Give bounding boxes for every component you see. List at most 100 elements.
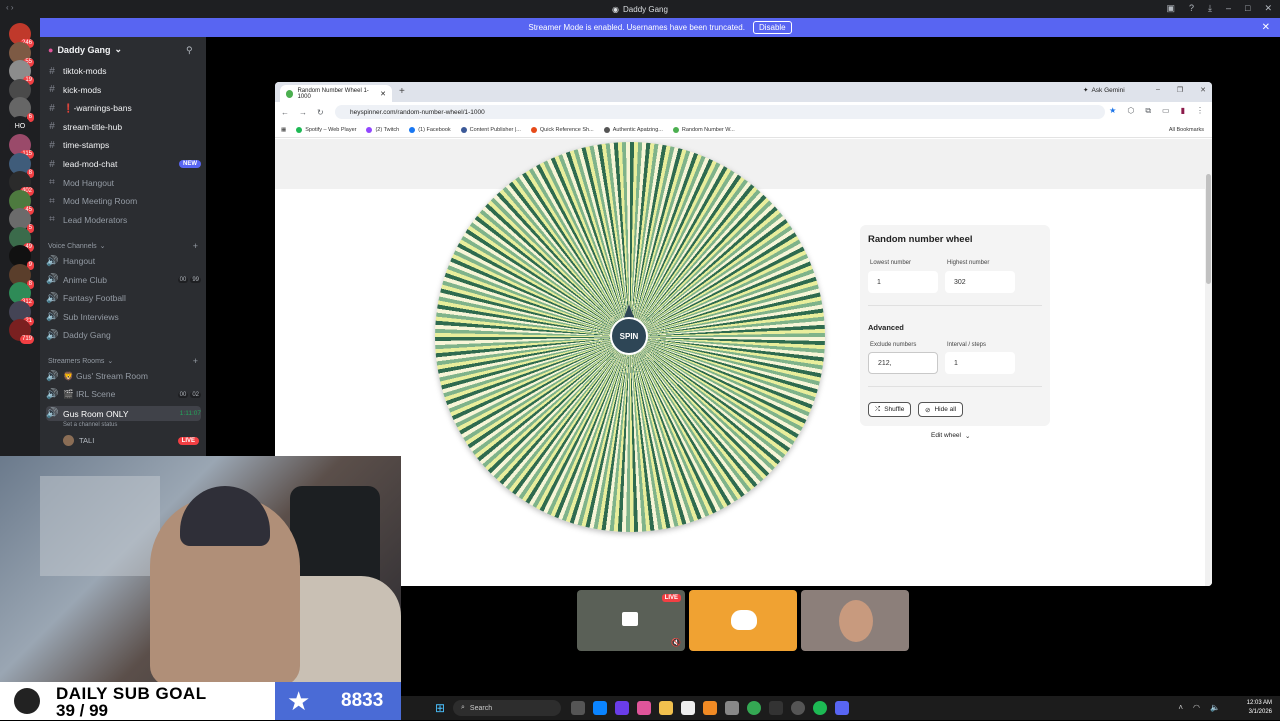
obs-icon[interactable] [791, 701, 805, 715]
browser-tab[interactable]: Random Number Wheel 1-1000 ✕ [280, 85, 392, 102]
app-icon[interactable] [637, 701, 651, 715]
ask-gemini-button[interactable]: ✦ Ask Gemini [1083, 86, 1125, 95]
close-tab-icon[interactable]: ✕ [380, 90, 386, 98]
lowest-number-input[interactable]: 1 [868, 271, 938, 293]
live-badge: LIVE [661, 594, 681, 602]
disable-button[interactable]: Disable [752, 21, 792, 34]
all-bookmarks[interactable]: All Bookmarks [1169, 127, 1204, 133]
bookmark-item[interactable]: Spotify – Web Player [296, 126, 356, 133]
copilot-icon[interactable] [615, 701, 629, 715]
bookmark-star-icon[interactable]: ★ [1109, 106, 1116, 116]
wifi-icon[interactable]: ◠ [1193, 703, 1200, 712]
restore-button[interactable]: ❐ [1177, 86, 1183, 94]
menu-icon[interactable]: ⋮ [1196, 106, 1204, 116]
voice-channel-item[interactable]: 🔊 Daddy Gang [46, 327, 201, 343]
channel-item[interactable]: # kick-mods [46, 82, 201, 98]
profile-icon[interactable]: ▮ [1181, 106, 1185, 116]
inbox-icon[interactable]: ▣ [1166, 3, 1175, 14]
scrollbar-thumb[interactable] [1206, 174, 1211, 284]
bookmark-item[interactable]: (1) Facebook [409, 126, 451, 133]
add-channel-icon[interactable]: + [193, 356, 198, 366]
bookmark-item[interactable]: Random Number W... [672, 126, 735, 133]
minimize-button[interactable]: – [1156, 86, 1160, 94]
number-wheel[interactable]: SPIN [435, 142, 825, 532]
chevron-up-icon[interactable]: ˄ [1178, 703, 1183, 712]
apps-icon[interactable]: ▦ [281, 127, 286, 133]
reload-icon[interactable]: ↻ [317, 108, 324, 117]
voice-channel-item[interactable]: 🔊 🎬 IRL Scene 00 02 [46, 387, 201, 403]
hide-all-button[interactable]: ⊘ Hide all [918, 402, 964, 417]
close-icon[interactable]: ✕ [1262, 22, 1270, 33]
edge-icon[interactable] [593, 701, 607, 715]
close-button[interactable]: ✕ [1200, 86, 1206, 94]
voice-channel-item[interactable]: 🔊 Sub Interviews [46, 309, 201, 325]
spotify-icon[interactable] [813, 701, 827, 715]
discord-icon [731, 610, 757, 630]
voice-channel-item[interactable]: 🔊 🦁 Gus' Stream Room [46, 368, 201, 384]
task-view-icon[interactable] [571, 701, 585, 715]
new-tab-button[interactable]: + [399, 86, 405, 97]
maximize-button[interactable]: □ [1245, 3, 1250, 14]
windows-start-icon[interactable]: ⊞ [435, 701, 445, 715]
highest-number-input[interactable]: 302 [945, 271, 1015, 293]
bookmark-item[interactable]: Authentic Apatzing... [603, 126, 663, 133]
exclude-numbers-input[interactable]: 212, [868, 352, 938, 374]
channel-item[interactable]: ⌗ Mod Meeting Room [46, 193, 201, 209]
voice-user-name: TALI [79, 436, 95, 445]
channel-item[interactable]: # tiktok-mods [46, 63, 201, 79]
interval-steps-input[interactable]: 1 [945, 352, 1015, 374]
spin-button[interactable]: SPIN [610, 317, 648, 355]
bookmark-item[interactable]: (2) Twitch [366, 126, 400, 133]
bookmark-item[interactable]: Quick Reference Sh... [530, 126, 594, 133]
channel-item[interactable]: # stream-title-hub [46, 119, 201, 135]
voice-channel-item[interactable]: 🔊 Hangout [46, 253, 201, 269]
volume-icon[interactable]: 🔈 [1210, 703, 1220, 712]
active-voice-channel[interactable]: 🔊 Gus Room ONLY 1:11:07 [46, 406, 201, 421]
stream-tile[interactable]: LIVE 🔇 [577, 590, 685, 651]
app-icon[interactable] [703, 701, 717, 715]
chrome-icon[interactable] [747, 701, 761, 715]
edit-wheel-toggle[interactable]: Edit wheel ⌄ [931, 432, 970, 440]
channel-item[interactable]: # lead-mod-chat NEW [46, 156, 201, 172]
taskbar-search[interactable]: ⌕ Search [453, 700, 561, 716]
guild-header[interactable]: ● Daddy Gang ⌄ [48, 44, 122, 55]
sidepanel-icon[interactable]: ▭ [1162, 106, 1170, 116]
url-input[interactable]: heyspinner.com/random-number-wheel/1-100… [335, 105, 1105, 119]
voice-category[interactable]: Voice Channels ⌄ + [48, 241, 198, 251]
add-member-icon[interactable]: ⚲ [186, 45, 193, 56]
channel-item[interactable]: ⌗ Lead Moderators [46, 212, 201, 228]
bookmark-label: (2) Twitch [375, 126, 400, 133]
forward-icon[interactable]: → [299, 108, 307, 117]
participant-video-tile[interactable] [801, 590, 909, 651]
close-button[interactable]: ✕ [1264, 3, 1272, 14]
back-icon[interactable]: ← [281, 108, 289, 117]
mute-icon[interactable]: 🔇 [671, 638, 681, 647]
app-icon[interactable] [681, 701, 695, 715]
channel-item[interactable]: # time-stamps [46, 137, 201, 153]
voice-channel-item[interactable]: 🔊 Anime Club 00 99 [46, 272, 201, 288]
help-icon[interactable]: ? [1189, 3, 1194, 14]
streamers-category[interactable]: Streamers Rooms ⌄ + [48, 356, 198, 366]
page-scrollbar[interactable] [1205, 139, 1212, 586]
voice-user[interactable]: TALI LIVE [63, 435, 199, 446]
extension-icon[interactable]: ⬡ [1127, 106, 1134, 116]
minimize-button[interactable]: – [1226, 3, 1231, 14]
puzzle-icon[interactable]: ⧉ [1145, 106, 1151, 116]
server-icon[interactable]: 719 [9, 319, 34, 344]
app-icon[interactable] [725, 701, 739, 715]
channel-status[interactable]: Set a channel status [63, 422, 117, 428]
file-explorer-icon[interactable] [659, 701, 673, 715]
participant-tile[interactable] [689, 590, 797, 651]
download-icon[interactable]: ⤓ [1208, 3, 1212, 14]
shuffle-button[interactable]: ⤮ Shuffle [868, 402, 912, 417]
bookmark-item[interactable]: Content Publisher |... [460, 126, 521, 133]
voice-channel-item[interactable]: 🔊 Fantasy Football [46, 290, 201, 306]
channel-item[interactable]: # ❗-warnings-bans [46, 100, 201, 116]
back-forward-controls[interactable]: ‹ › [6, 3, 14, 12]
discord-icon[interactable] [835, 701, 849, 715]
speaker-icon: 🔊 [46, 370, 59, 382]
add-channel-icon[interactable]: + [193, 241, 198, 251]
taskbar-clock[interactable]: 12:03 AM 3/1/2026 [1247, 699, 1272, 717]
app-icon[interactable] [769, 701, 783, 715]
channel-item[interactable]: ⌗ Mod Hangout [46, 175, 201, 191]
